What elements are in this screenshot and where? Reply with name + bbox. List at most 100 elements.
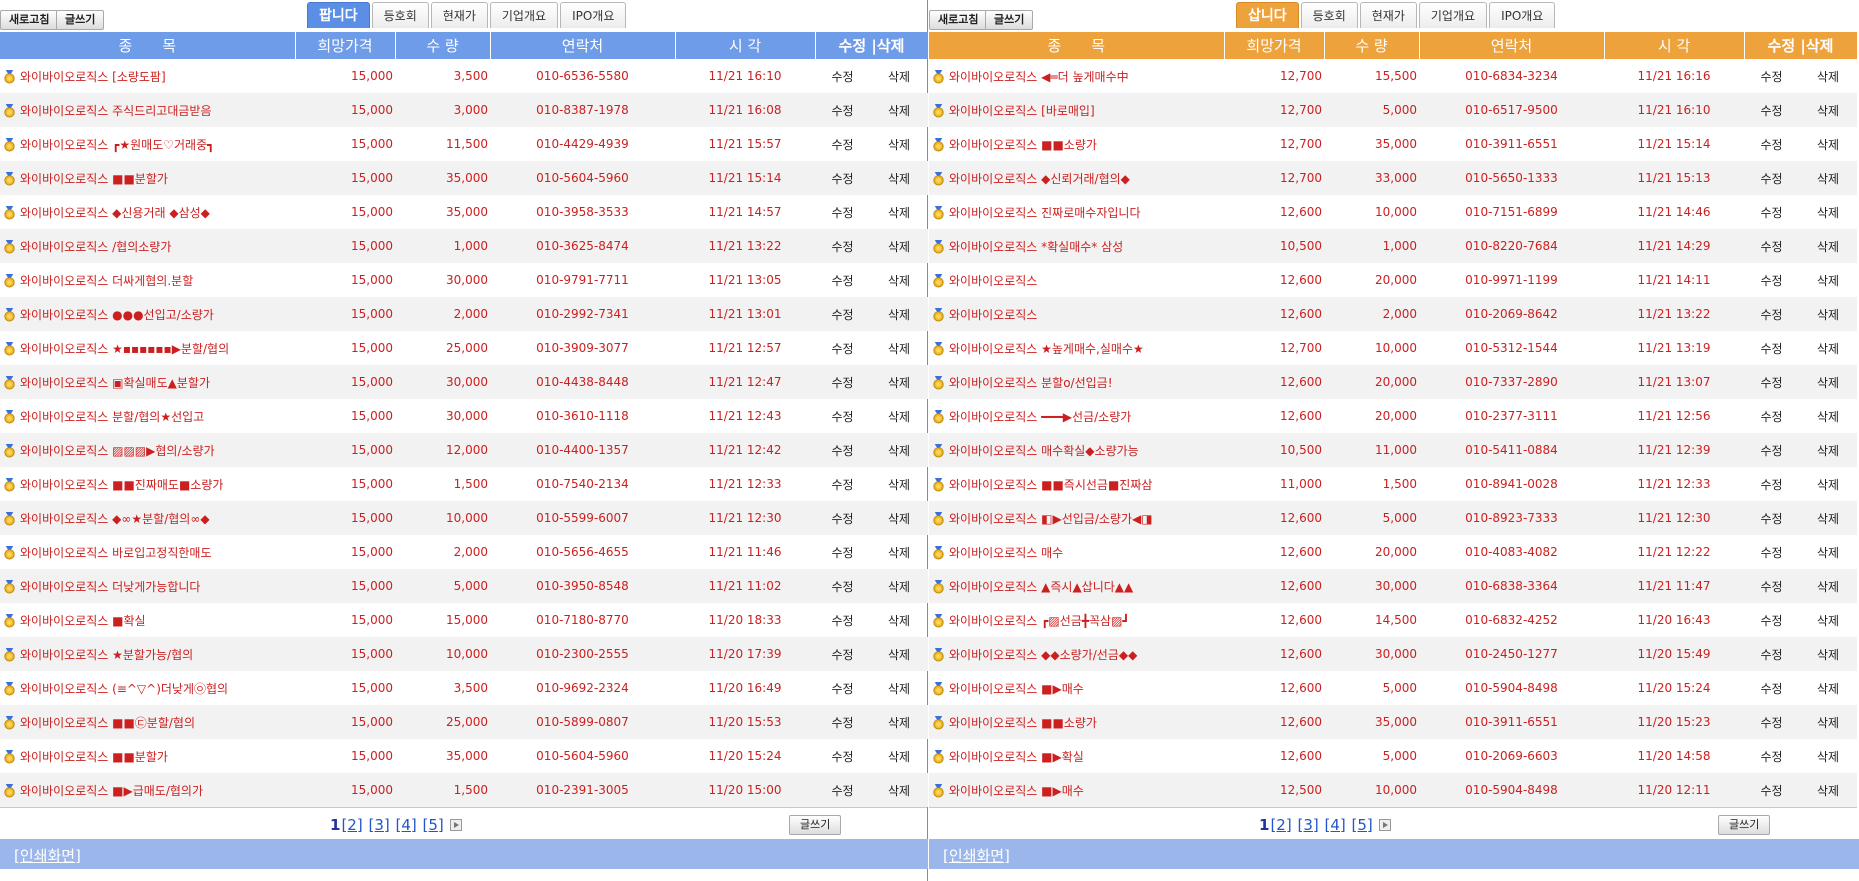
delete-link[interactable]: 삭제 — [888, 682, 910, 696]
delete-link[interactable]: 삭제 — [1817, 104, 1839, 118]
stock-name-cell[interactable]: 와이바이오로직스 ◆신용거래 ◆삼성◆ — [0, 195, 295, 229]
stock-name[interactable]: 와이바이오로직스 ■■소량가 — [949, 716, 1097, 730]
edit-link[interactable]: 수정 — [831, 172, 853, 186]
edit-link[interactable]: 수정 — [831, 410, 853, 424]
stock-name-cell[interactable]: 와이바이오로직스 ◧▶선입금/소량가◀◨ — [929, 501, 1224, 535]
delete-link[interactable]: 삭제 — [1817, 206, 1839, 220]
next-page-icon[interactable] — [449, 819, 462, 831]
stock-name-cell[interactable]: 와이바이오로직스 ▲즉시▲삽니다▲▲ — [929, 569, 1224, 603]
tab-club[interactable]: 등호회 — [371, 2, 429, 28]
delete-link[interactable]: 삭제 — [888, 70, 910, 84]
edit-link[interactable]: 수정 — [831, 716, 853, 730]
edit-link[interactable]: 수정 — [831, 342, 853, 356]
delete-link[interactable]: 삭제 — [1817, 784, 1839, 798]
delete-link[interactable]: 삭제 — [1817, 308, 1839, 322]
delete-link[interactable]: 삭제 — [1817, 376, 1839, 390]
tab-sell[interactable]: 팝니다 — [307, 2, 370, 28]
stock-name[interactable]: 와이바이오로직스 더낮게가능합니다 — [20, 580, 200, 594]
delete-link[interactable]: 삭제 — [1817, 512, 1839, 526]
stock-name[interactable]: 와이바이오로직스 (≡^▽^)더낮게㉧협의 — [20, 682, 228, 696]
stock-name-cell[interactable]: 와이바이오로직스 ★▪▪▪▪▪▪▶분할/협의 — [0, 331, 295, 365]
edit-link[interactable]: 수정 — [1760, 376, 1782, 390]
delete-link[interactable]: 삭제 — [1817, 478, 1839, 492]
stock-name-cell[interactable]: 와이바이오로직스 ◀═더 높게매수中 — [929, 59, 1224, 93]
stock-name[interactable]: 와이바이오로직스 매수 — [949, 546, 1063, 560]
edit-link[interactable]: 수정 — [831, 444, 853, 458]
delete-link[interactable]: 삭제 — [888, 308, 910, 322]
delete-link[interactable]: 삭제 — [888, 716, 910, 730]
edit-link[interactable]: 수정 — [1760, 308, 1782, 322]
stock-name[interactable]: 와이바이오로직스 분할o/선입금! — [949, 376, 1113, 390]
delete-link[interactable]: 삭제 — [888, 512, 910, 526]
stock-name[interactable]: 와이바이오로직스 ★▪▪▪▪▪▪▶분할/협의 — [20, 342, 229, 356]
stock-name[interactable]: 와이바이오로직스 더싸게협의.분할 — [20, 274, 193, 288]
refresh-button[interactable]: 새로고침 — [929, 10, 988, 30]
delete-link[interactable]: 삭제 — [1817, 70, 1839, 84]
stock-name[interactable]: 와이바이오로직스 매수확실◆소량가능 — [949, 444, 1139, 458]
tab-ipo-overview[interactable]: IPO개요 — [560, 2, 627, 28]
delete-link[interactable]: 삭제 — [888, 580, 910, 594]
tab-buy[interactable]: 삽니다 — [1236, 2, 1299, 28]
stock-name[interactable]: 와이바이오로직스 주식드리고대금받음 — [20, 104, 212, 118]
stock-name[interactable]: 와이바이오로직스 ▨▨▨▶협의/소량가 — [20, 444, 215, 458]
edit-link[interactable]: 수정 — [831, 580, 853, 594]
edit-link[interactable]: 수정 — [1760, 750, 1782, 764]
edit-link[interactable]: 수정 — [1760, 70, 1782, 84]
page-link[interactable]: [5] — [423, 816, 444, 834]
delete-link[interactable]: 삭제 — [888, 784, 910, 798]
stock-name-cell[interactable]: 와이바이오로직스 매수 — [929, 535, 1224, 569]
delete-link[interactable]: 삭제 — [1817, 342, 1839, 356]
delete-link[interactable]: 삭제 — [888, 138, 910, 152]
edit-link[interactable]: 수정 — [831, 512, 853, 526]
delete-link[interactable]: 삭제 — [1817, 410, 1839, 424]
edit-link[interactable]: 수정 — [831, 546, 853, 560]
delete-link[interactable]: 삭제 — [1817, 172, 1839, 186]
edit-link[interactable]: 수정 — [1760, 274, 1782, 288]
stock-name-cell[interactable]: 와이바이오로직스 분할o/선입금! — [929, 365, 1224, 399]
stock-name[interactable]: 와이바이오로직스 바로입고정직한매도 — [20, 546, 212, 560]
stock-name-cell[interactable]: 와이바이오로직스 ■■분할가 — [0, 161, 295, 195]
delete-link[interactable]: 삭제 — [1817, 546, 1839, 560]
stock-name[interactable]: 와이바이오로직스 ▲즉시▲삽니다▲▲ — [949, 580, 1133, 594]
delete-link[interactable]: 삭제 — [1817, 750, 1839, 764]
edit-link[interactable]: 수정 — [1760, 784, 1782, 798]
stock-name-cell[interactable]: 와이바이오로직스 ◆◆소량가/선금◆◆ — [929, 637, 1224, 671]
edit-link[interactable]: 수정 — [831, 614, 853, 628]
write-button-bottom[interactable]: 글쓰기 — [789, 815, 842, 835]
stock-name-cell[interactable]: 와이바이오로직스 ■▶급매도/협의가 — [0, 773, 295, 807]
stock-name-cell[interactable]: 와이바이오로직스 더낮게가능합니다 — [0, 569, 295, 603]
stock-name[interactable]: 와이바이오로직스 ■▶매수 — [949, 784, 1084, 798]
delete-link[interactable]: 삭제 — [888, 240, 910, 254]
stock-name-cell[interactable]: 와이바이오로직스 [바로매입] — [929, 93, 1224, 127]
refresh-button[interactable]: 새로고침 — [0, 10, 59, 30]
tab-current-price[interactable]: 현재가 — [1359, 2, 1417, 28]
stock-name[interactable]: 와이바이오로직스 *확실매수* 삼성 — [949, 240, 1123, 254]
stock-name-cell[interactable]: 와이바이오로직스 더싸게협의.분할 — [0, 263, 295, 297]
delete-link[interactable]: 삭제 — [888, 750, 910, 764]
edit-link[interactable]: 수정 — [1760, 444, 1782, 458]
stock-name[interactable]: 와이바이오로직스 ▣확실매도▲분할가 — [20, 376, 210, 390]
edit-link[interactable]: 수정 — [1760, 716, 1782, 730]
stock-name-cell[interactable]: 와이바이오로직스 — [929, 263, 1224, 297]
edit-link[interactable]: 수정 — [831, 308, 853, 322]
stock-name-cell[interactable]: 와이바이오로직스 [소량도팜] — [0, 59, 295, 93]
edit-link[interactable]: 수정 — [1760, 580, 1782, 594]
stock-name-cell[interactable]: 와이바이오로직스 ■■소량가 — [929, 127, 1224, 161]
delete-link[interactable]: 삭제 — [1817, 614, 1839, 628]
stock-name[interactable]: 와이바이오로직스 진짜로매수자입니다 — [949, 206, 1141, 220]
stock-name-cell[interactable]: 와이바이오로직스 ★분할가능/협의 — [0, 637, 295, 671]
stock-name[interactable]: 와이바이오로직스 ◧▶선입금/소량가◀◨ — [949, 512, 1153, 526]
stock-name-cell[interactable]: 와이바이오로직스 ★높게매수,실매수★ — [929, 331, 1224, 365]
delete-link[interactable]: 삭제 — [888, 546, 910, 560]
stock-name[interactable]: 와이바이오로직스 ■▶확실 — [949, 750, 1084, 764]
stock-name[interactable]: 와이바이오로직스 ◆∞★분할/협의∞◆ — [20, 512, 210, 526]
stock-name-cell[interactable]: 와이바이오로직스 ■■진짜매도■소량가 — [0, 467, 295, 501]
print-link[interactable]: [인쇄화면] — [943, 845, 1010, 866]
stock-name-cell[interactable]: 와이바이오로직스 ◆신뢰거래/협의◆ — [929, 161, 1224, 195]
tab-company-overview[interactable]: 기업개요 — [489, 2, 559, 28]
delete-link[interactable]: 삭제 — [888, 342, 910, 356]
stock-name[interactable]: 와이바이오로직스 [바로매입] — [949, 104, 1095, 118]
write-button[interactable]: 글쓰기 — [56, 10, 105, 30]
stock-name[interactable]: 와이바이오로직스 [소량도팜] — [20, 70, 166, 84]
edit-link[interactable]: 수정 — [1760, 512, 1782, 526]
